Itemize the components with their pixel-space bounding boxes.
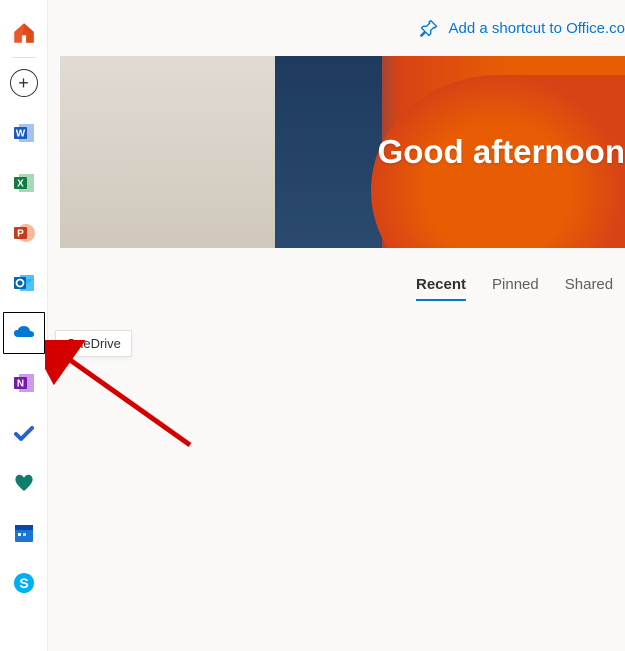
tab-pinned[interactable]: Pinned — [492, 276, 539, 301]
tooltip-onedrive: OneDrive — [55, 330, 132, 357]
skype-icon: S — [12, 571, 36, 595]
arrow-annotation — [45, 340, 205, 460]
sidebar-item-create[interactable]: + — [2, 61, 46, 105]
topbar: Add a shortcut to Office.co — [48, 0, 625, 56]
sidebar: + W X P N S — [0, 0, 48, 651]
heart-icon — [12, 471, 36, 495]
pin-icon — [419, 18, 439, 38]
word-icon: W — [12, 121, 36, 145]
tab-shared[interactable]: Shared — [565, 276, 613, 301]
sidebar-item-calendar[interactable] — [2, 511, 46, 555]
outlook-icon — [12, 271, 36, 295]
onedrive-icon — [12, 321, 36, 345]
svg-text:W: W — [15, 129, 25, 140]
svg-text:P: P — [17, 229, 24, 240]
svg-text:N: N — [16, 379, 23, 390]
tab-recent-label: Recent — [416, 276, 466, 293]
excel-icon: X — [12, 171, 36, 195]
home-icon — [11, 20, 37, 46]
sidebar-item-outlook[interactable] — [2, 261, 46, 305]
sidebar-item-home[interactable] — [2, 11, 46, 55]
powerpoint-icon: P — [12, 221, 36, 245]
svg-text:X: X — [17, 179, 24, 190]
tab-shared-label: Shared — [565, 276, 613, 293]
sidebar-item-excel[interactable]: X — [2, 161, 46, 205]
sidebar-item-todo[interactable] — [2, 411, 46, 455]
tooltip-label: OneDrive — [66, 336, 121, 351]
sidebar-item-powerpoint[interactable]: P — [2, 211, 46, 255]
onenote-icon: N — [12, 371, 36, 395]
sidebar-item-onedrive[interactable] — [2, 311, 46, 355]
plus-icon: + — [10, 69, 38, 97]
recent-tabs: Recent Pinned Shared — [416, 276, 613, 301]
add-shortcut-link[interactable]: Add a shortcut to Office.co — [419, 18, 625, 38]
tab-pinned-label: Pinned — [492, 276, 539, 293]
todo-icon — [12, 421, 36, 445]
tab-recent[interactable]: Recent — [416, 276, 466, 301]
sidebar-item-family[interactable] — [2, 461, 46, 505]
hero-banner: Good afternoon — [60, 56, 625, 248]
shortcut-link-label: Add a shortcut to Office.co — [449, 20, 625, 37]
calendar-icon — [12, 521, 36, 545]
sidebar-item-onenote[interactable]: N — [2, 361, 46, 405]
svg-text:S: S — [19, 575, 28, 591]
sidebar-item-skype[interactable]: S — [2, 561, 46, 605]
sidebar-item-word[interactable]: W — [2, 111, 46, 155]
hero-greeting: Good afternoon — [378, 133, 625, 171]
